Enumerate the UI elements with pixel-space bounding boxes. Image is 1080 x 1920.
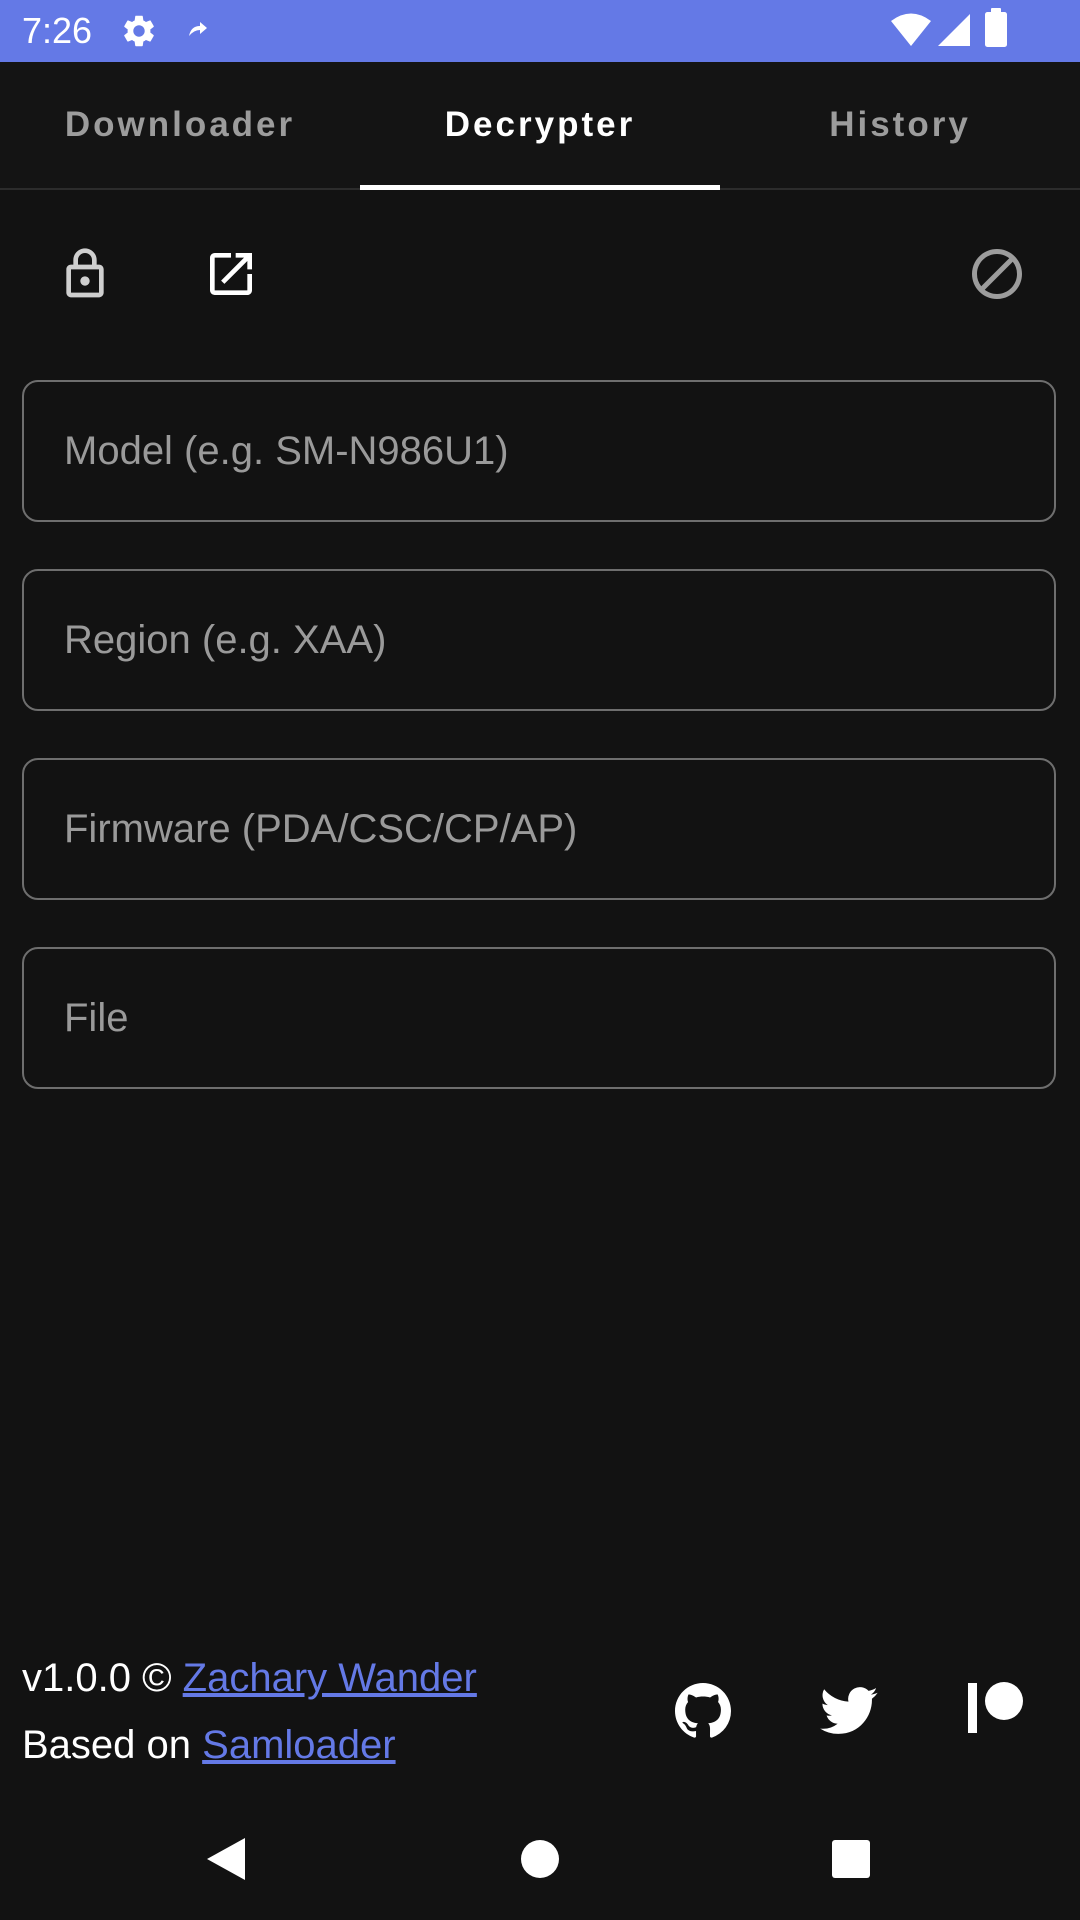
settings-gear-icon <box>124 15 154 47</box>
cancel-button[interactable] <box>949 226 1045 322</box>
status-bar: 7:26 <box>0 0 1080 62</box>
nav-recents-button[interactable] <box>781 1798 921 1920</box>
tab-history[interactable]: History <box>720 62 1080 188</box>
firmware-input[interactable] <box>24 760 1054 898</box>
back-icon <box>207 1838 245 1880</box>
recents-icon <box>832 1840 870 1878</box>
battery-icon <box>985 8 1007 47</box>
lock-icon <box>66 248 104 298</box>
status-time: 7:26 <box>22 10 93 51</box>
tab-bar: Downloader Decrypter History <box>0 62 1080 190</box>
github-button[interactable] <box>658 1666 748 1756</box>
region-field <box>22 569 1056 711</box>
file-input[interactable] <box>24 949 1054 1087</box>
navigation-bar <box>0 1798 1080 1920</box>
open-external-button[interactable] <box>183 226 279 322</box>
open-external-icon <box>210 253 252 295</box>
tab-downloader[interactable]: Downloader <box>0 62 360 188</box>
nav-back-button[interactable] <box>156 1798 296 1920</box>
cancel-icon <box>972 249 1022 299</box>
firmware-field <box>22 758 1056 900</box>
cell-signal-icon <box>938 14 970 46</box>
version-line: v1.0.0 © Zachary Wander <box>22 1652 477 1704</box>
notification-icon <box>189 22 207 36</box>
patreon-icon <box>968 1682 1023 1733</box>
patreon-button[interactable] <box>951 1662 1041 1752</box>
tab-indicator <box>360 185 720 190</box>
twitter-button[interactable] <box>804 1666 894 1756</box>
wifi-icon <box>891 13 931 46</box>
model-input[interactable] <box>24 382 1054 520</box>
nav-home-button[interactable] <box>470 1798 610 1920</box>
samloader-link[interactable]: Samloader <box>202 1723 395 1767</box>
twitter-icon <box>820 1687 878 1734</box>
file-field <box>22 947 1056 1089</box>
based-on-text: Based on <box>22 1723 203 1767</box>
version-text: v1.0.0 © <box>22 1656 183 1700</box>
region-input[interactable] <box>24 571 1054 709</box>
lock-button[interactable] <box>37 226 133 322</box>
home-icon <box>521 1840 559 1878</box>
based-on-line: Based on Samloader <box>22 1719 396 1771</box>
app-screen: 7:26 Downloader Decrypter History Model … <box>0 0 1080 1920</box>
model-field <box>22 380 1056 522</box>
author-link[interactable]: Zachary Wander <box>183 1656 477 1700</box>
tab-decrypter[interactable]: Decrypter <box>360 62 720 188</box>
github-icon <box>675 1683 731 1738</box>
